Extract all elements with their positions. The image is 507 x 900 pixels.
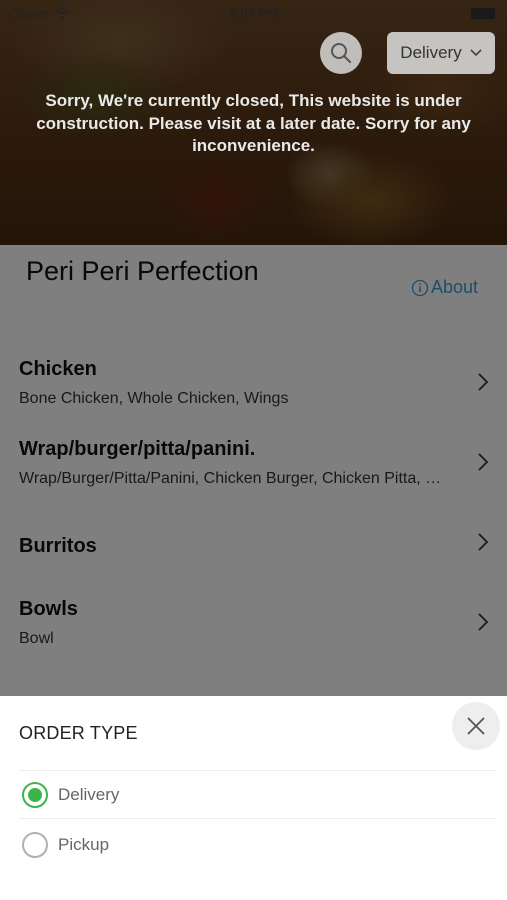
option-label: Pickup	[58, 835, 110, 854]
divider	[19, 770, 495, 771]
chevron-down-icon	[470, 49, 482, 57]
radio-unselected-icon[interactable]	[22, 832, 48, 858]
divider	[19, 818, 495, 819]
search-button[interactable]	[320, 32, 362, 74]
order-option-delivery[interactable]: Delivery	[19, 772, 495, 818]
order-type-dropdown-label: Delivery	[400, 43, 462, 62]
close-icon	[467, 717, 485, 735]
order-option-pickup[interactable]: Pickup	[19, 822, 495, 868]
radio-selected-icon[interactable]	[22, 782, 48, 808]
order-type-sheet: ORDER TYPE Delivery Pickup	[0, 696, 507, 900]
closed-message: Sorry, We're currently closed, This webs…	[36, 91, 471, 155]
order-type-title: ORDER TYPE	[19, 723, 138, 743]
option-label: Delivery	[58, 785, 120, 804]
close-sheet-button[interactable]	[452, 702, 500, 750]
search-icon	[331, 43, 351, 63]
order-type-dropdown[interactable]: Delivery	[387, 32, 495, 74]
